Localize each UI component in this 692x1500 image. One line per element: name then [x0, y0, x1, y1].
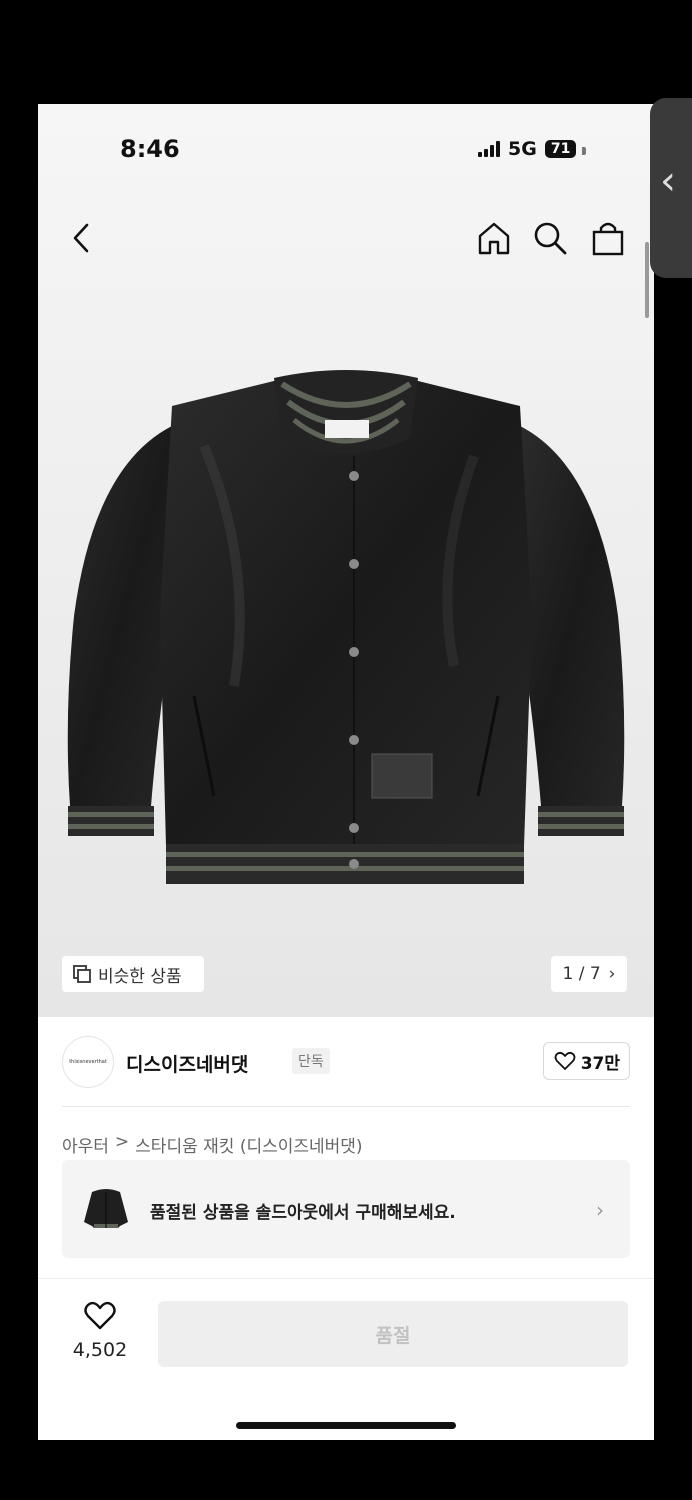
product-image-area[interactable]: 8:46 5G 71 비슷한 상품 1 / 7 ›: [38, 104, 654, 1017]
brand-name[interactable]: 디스이즈네버댓: [126, 1050, 248, 1077]
home-icon: [478, 222, 510, 255]
chevron-left-icon: [73, 223, 89, 253]
divider: [62, 1106, 630, 1107]
product-image: [54, 366, 638, 890]
soldout-banner[interactable]: 품절된 상품을 솔드아웃에서 구매해보세요. ›: [62, 1160, 630, 1258]
similar-products-button[interactable]: 비슷한 상품: [62, 956, 204, 992]
status-indicators: 5G 71: [478, 138, 587, 160]
banner-text: 품절된 상품을 솔드아웃에서 구매해보세요.: [150, 1203, 456, 1223]
search-button[interactable]: [532, 220, 568, 260]
banner-thumbnail: [80, 1182, 132, 1234]
heart-icon: [84, 1301, 116, 1330]
right-cuff: [538, 806, 624, 836]
home-indicator: [236, 1422, 456, 1429]
wish-count: 4,502: [72, 1339, 128, 1361]
side-panel-handle[interactable]: ‹: [650, 98, 692, 278]
status-time: 8:46: [120, 135, 180, 163]
cart-button[interactable]: [590, 220, 626, 260]
breadcrumb-separator: >: [114, 1132, 130, 1152]
copy-icon: [73, 965, 91, 983]
home-button[interactable]: [476, 220, 512, 260]
scrollbar[interactable]: [645, 242, 649, 318]
left-cuff: [68, 806, 154, 836]
breadcrumb-product[interactable]: 스타디움 재킷 (디스이즈네버댓): [135, 1132, 362, 1157]
page-counter-text: 1 / 7: [562, 964, 601, 984]
brand-row: thisisneverthat 디스이즈네버댓 단독 37만: [62, 1036, 630, 1088]
app-screen: 8:46 5G 71 비슷한 상품 1 / 7 › thisisnevertha…: [38, 104, 654, 1440]
battery-icon: 71: [544, 140, 587, 158]
back-button[interactable]: [70, 222, 94, 258]
chevron-left-icon: ‹: [660, 158, 676, 204]
breadcrumb-category[interactable]: 아우터: [62, 1132, 109, 1157]
image-page-counter[interactable]: 1 / 7 ›: [551, 956, 627, 992]
wish-button[interactable]: 4,502: [62, 1301, 138, 1361]
heart-icon: [554, 1051, 576, 1070]
brand-logo[interactable]: thisisneverthat: [62, 1036, 114, 1088]
network-label: 5G: [508, 138, 537, 160]
search-icon: [534, 222, 567, 255]
signal-icon: [478, 141, 500, 157]
soldout-button[interactable]: 품절: [158, 1301, 628, 1367]
similar-label: 비슷한 상품: [98, 966, 182, 987]
chevron-right-icon: ›: [596, 1198, 604, 1222]
exclusive-badge: 단독: [292, 1048, 330, 1074]
breadcrumb: 아우터 > 스타디움 재킷 (디스이즈네버댓): [62, 1132, 363, 1157]
brand-like-count: 37만: [580, 1053, 620, 1074]
bottom-action-bar: 4,502 품절: [38, 1278, 654, 1440]
chevron-right-icon: ›: [608, 964, 616, 984]
bag-icon: [592, 222, 624, 256]
brand-like-button[interactable]: 37만: [542, 1042, 630, 1080]
